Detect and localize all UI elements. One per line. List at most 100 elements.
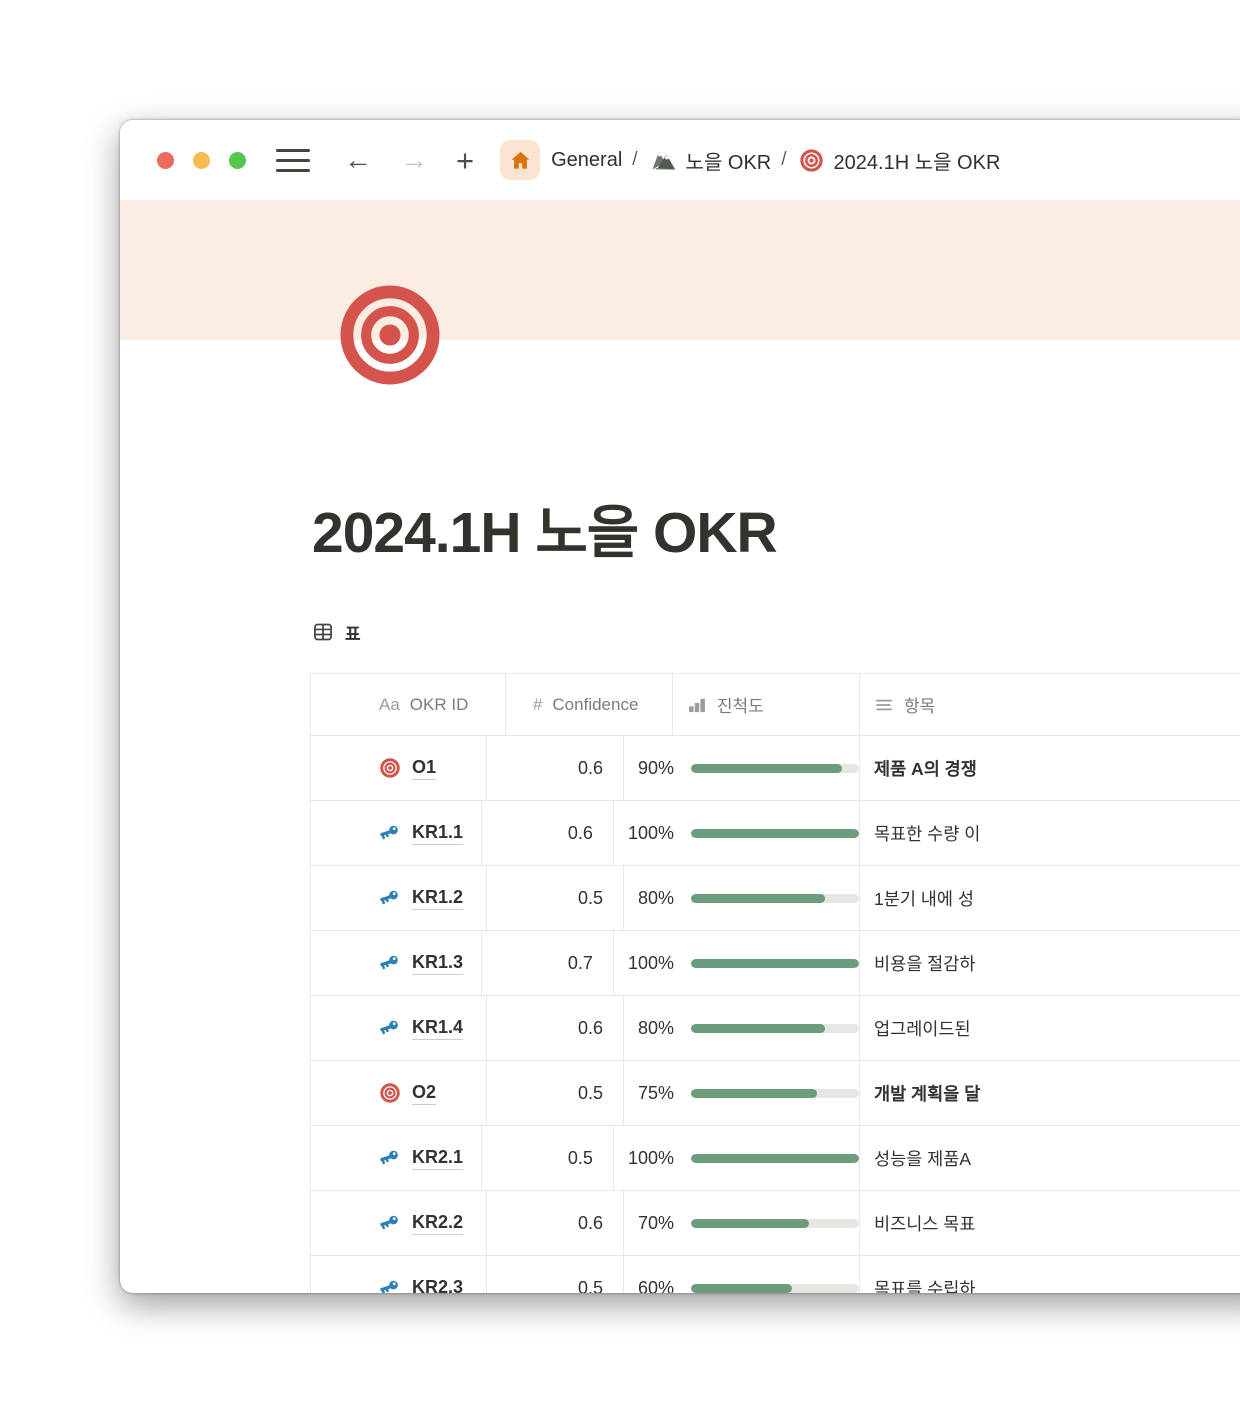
minimize-button[interactable] (193, 152, 210, 169)
item-cell[interactable]: 업그레이드된 (860, 996, 1240, 1060)
tab-table-view[interactable]: 표 (312, 620, 361, 645)
progress-cell[interactable]: 60% (624, 1256, 860, 1293)
item-cell[interactable]: 1분기 내에 성 (860, 866, 1240, 930)
page-content: 2024.1H 노을 OKR 표 Aa O (120, 498, 1240, 1293)
table-row: KR2.1 0.5 100% 성능을 제품A (310, 1126, 1240, 1191)
okr-id-link[interactable]: KR1.2 (412, 887, 463, 910)
confidence-value: 0.7 (568, 953, 593, 974)
okr-id-link[interactable]: KR2.3 (412, 1277, 463, 1293)
okr-id-cell[interactable]: O2 (311, 1061, 487, 1125)
view-tab-bar: 표 (312, 616, 1240, 648)
progress-cell[interactable]: 100% (614, 801, 860, 865)
confidence-cell[interactable]: 0.6 (487, 736, 624, 800)
okr-id-cell[interactable]: O1 (311, 736, 487, 800)
column-header[interactable]: # Confidence (506, 674, 673, 735)
okr-id-link[interactable]: KR2.2 (412, 1212, 463, 1235)
confidence-value: 0.6 (578, 758, 603, 779)
okr-id-cell[interactable]: KR2.3 (311, 1256, 487, 1293)
table-row: KR1.4 0.6 80% 업그레이드된 (310, 996, 1240, 1061)
okr-id-cell[interactable]: KR1.1 (311, 801, 482, 865)
key-icon (379, 822, 401, 844)
okr-table: Aa OKR ID # Confidence 진척도 항목 O1 0.6 90%… (310, 673, 1240, 1293)
breadcrumb-root[interactable]: General (551, 149, 622, 172)
column-header[interactable]: Aa OKR ID (311, 674, 506, 735)
item-text: 개발 계획을 달 (874, 1081, 980, 1106)
confidence-cell[interactable]: 0.7 (482, 931, 614, 995)
okr-id-link[interactable]: KR1.4 (412, 1017, 463, 1040)
page-title[interactable]: 2024.1H 노을 OKR (312, 498, 1240, 569)
progress-cell[interactable]: 100% (614, 931, 860, 995)
table-row: KR1.3 0.7 100% 비용을 절감하 (310, 931, 1240, 996)
zoom-button[interactable] (229, 152, 246, 169)
progress-icon (687, 695, 707, 715)
breadcrumb-workspace[interactable]: 노을 OKR (686, 146, 772, 175)
progress-cell[interactable]: 80% (624, 866, 860, 930)
progress-percent: 70% (638, 1213, 674, 1234)
confidence-cell[interactable]: 0.6 (482, 801, 614, 865)
confidence-cell[interactable]: 0.5 (487, 866, 624, 930)
okr-id-link[interactable]: KR2.1 (412, 1147, 463, 1170)
item-text: 목표를 수립하 (874, 1276, 975, 1293)
key-icon (379, 1212, 401, 1234)
back-arrow-icon[interactable]: ← (344, 146, 372, 174)
progress-cell[interactable]: 80% (624, 996, 860, 1060)
new-tab-plus-icon[interactable]: + (456, 145, 474, 176)
column-header-label: OKR ID (410, 695, 469, 715)
close-button[interactable] (157, 152, 174, 169)
progress-cell[interactable]: 100% (614, 1126, 860, 1190)
window-toolbar: ← → + General / 노을 OKR / (120, 120, 1240, 200)
column-header-label: Confidence (552, 695, 638, 715)
view-tab-label: 표 (345, 620, 361, 645)
confidence-cell[interactable]: 0.6 (487, 1191, 624, 1255)
okr-id-link[interactable]: O2 (412, 1082, 436, 1105)
progress-cell[interactable]: 90% (624, 736, 860, 800)
column-header[interactable]: 항목 (860, 674, 1240, 735)
confidence-cell[interactable]: 0.5 (487, 1061, 624, 1125)
item-cell[interactable]: 비용을 절감하 (860, 931, 1240, 995)
okr-id-link[interactable]: KR1.3 (412, 952, 463, 975)
key-icon (379, 887, 401, 909)
table-row: KR2.3 0.5 60% 목표를 수립하 (310, 1256, 1240, 1293)
progress-bar (691, 1284, 859, 1293)
item-cell[interactable]: 성능을 제품A (860, 1126, 1240, 1190)
okr-id-cell[interactable]: KR2.1 (311, 1126, 482, 1190)
item-cell[interactable]: 비즈니스 목표 (860, 1191, 1240, 1255)
okr-id-cell[interactable]: KR1.3 (311, 931, 482, 995)
progress-bar (691, 1024, 859, 1033)
item-cell[interactable]: 목표를 수립하 (860, 1256, 1240, 1293)
okr-id-cell[interactable]: KR1.4 (311, 996, 487, 1060)
progress-percent: 90% (638, 758, 674, 779)
target-icon (799, 148, 824, 173)
progress-percent: 80% (638, 888, 674, 909)
item-cell[interactable]: 제품 A의 경쟁 (860, 736, 1240, 800)
column-header-label: 항목 (904, 692, 935, 717)
okr-id-cell[interactable]: KR1.2 (311, 866, 487, 930)
progress-bar (691, 1154, 859, 1163)
title-icon: Aa (379, 695, 400, 715)
menu-icon[interactable] (276, 149, 310, 172)
breadcrumb-separator: / (632, 149, 637, 171)
confidence-cell[interactable]: 0.5 (482, 1126, 614, 1190)
progress-percent: 100% (628, 823, 674, 844)
forward-arrow-icon[interactable]: → (400, 146, 428, 174)
confidence-value: 0.5 (578, 1083, 603, 1104)
page-target-icon[interactable] (335, 280, 445, 390)
confidence-value: 0.5 (578, 888, 603, 909)
confidence-cell[interactable]: 0.5 (487, 1256, 624, 1293)
home-button[interactable] (500, 140, 540, 180)
okr-id-link[interactable]: KR1.1 (412, 822, 463, 845)
item-cell[interactable]: 개발 계획을 달 (860, 1061, 1240, 1125)
progress-cell[interactable]: 75% (624, 1061, 860, 1125)
item-text: 1분기 내에 성 (874, 886, 974, 911)
okr-id-link[interactable]: O1 (412, 757, 436, 780)
key-icon (379, 1017, 401, 1039)
item-text: 비즈니스 목표 (874, 1211, 975, 1236)
item-cell[interactable]: 목표한 수량 이 (860, 801, 1240, 865)
column-header[interactable]: 진척도 (673, 674, 860, 735)
progress-cell[interactable]: 70% (624, 1191, 860, 1255)
breadcrumb-page[interactable]: 2024.1H 노을 OKR (834, 146, 1001, 175)
item-text: 업그레이드된 (874, 1016, 971, 1041)
progress-percent: 100% (628, 1148, 674, 1169)
confidence-cell[interactable]: 0.6 (487, 996, 624, 1060)
okr-id-cell[interactable]: KR2.2 (311, 1191, 487, 1255)
